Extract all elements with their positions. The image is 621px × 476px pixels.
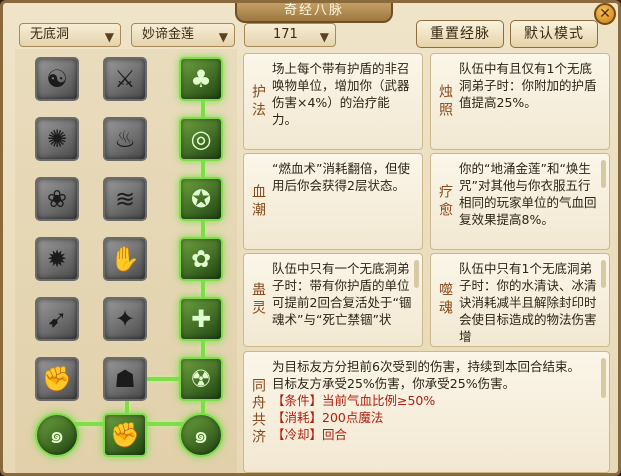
- detail-line: 目标友方承受25%伤害，你承受25%伤害。: [272, 376, 516, 391]
- chevron-down-icon: ▼: [218, 30, 228, 44]
- spiral-shield-icon[interactable]: ✪: [179, 177, 223, 221]
- level-field[interactable]: 171 ▼: [244, 23, 336, 47]
- card-title: 疗愈: [437, 183, 453, 220]
- sword-strike-icon[interactable]: ⚔: [103, 57, 147, 101]
- lotus-icon[interactable]: ❀: [35, 177, 79, 221]
- card-text: 队伍中有且仅有1个无底洞弟子时：你附加的护盾值提高25%。: [459, 61, 597, 110]
- card-title: 护法: [250, 83, 266, 120]
- plus-figure-icon[interactable]: ✚: [179, 297, 223, 341]
- spiked-figure-icon[interactable]: ✦: [103, 297, 147, 341]
- card-text: 你的“地涌金莲”和“焕生咒”对其他与你衣服五行相同的玩家单位的气血回复效果提高8…: [459, 161, 597, 227]
- detail-cooldown: 【冷却】回合: [272, 427, 348, 442]
- talent-card-guling[interactable]: 蛊灵 队伍中只有一个无底洞弟子时：带有你护盾的单位可提前2回合复活处于“锢魂术”…: [243, 253, 423, 347]
- detail-title: 同舟共济: [250, 378, 266, 446]
- life-ring-icon[interactable]: ◎: [179, 117, 223, 161]
- detail-line: 为目标友方分担前6次受到的伤害，持续到本回合结束。: [272, 359, 580, 374]
- default-mode-button[interactable]: 默认模式: [510, 20, 598, 48]
- school-dropdown[interactable]: 妙谛金莲 ▼: [131, 23, 235, 47]
- fist-icon[interactable]: ✊: [35, 357, 79, 401]
- card-title: 血潮: [250, 183, 266, 220]
- cyclone-icon[interactable]: ≋: [103, 177, 147, 221]
- card-title: 噬魂: [437, 282, 453, 318]
- scrollbar[interactable]: [601, 260, 606, 288]
- scrollbar[interactable]: [414, 260, 419, 288]
- detail-cost: 【消耗】200点魔法: [272, 410, 384, 425]
- level-value: 171: [273, 27, 298, 42]
- talent-card-xuechao[interactable]: 血潮 “燃血术”消耗翻倍，但使用后你会获得2层状态。: [243, 153, 423, 250]
- talent-card-zhuzhao[interactable]: 烛照 队伍中有且仅有1个无底洞弟子时：你附加的护盾值提高25%。: [430, 53, 610, 150]
- detail-body: 为目标友方分担前6次受到的伤害，持续到本回合结束。 目标友方承受25%伤害，你承…: [272, 358, 599, 472]
- chevron-down-icon: ▼: [104, 30, 114, 44]
- skill-detail-panel: 同舟共济 为目标友方分担前6次受到的伤害，持续到本回合结束。 目标友方承受25%…: [243, 351, 610, 473]
- talent-card-liaoyu[interactable]: 疗愈 你的“地涌金莲”和“焕生咒”对其他与你衣服五行相同的玩家单位的气血回复效果…: [430, 153, 610, 250]
- scrollbar[interactable]: [601, 160, 606, 188]
- flame-cluster-icon[interactable]: ✿: [179, 237, 223, 281]
- window-title: 奇经八脉: [235, 3, 393, 23]
- swirl-cloud-icon[interactable]: ๑: [35, 413, 79, 457]
- reset-meridian-button[interactable]: 重置经脉: [416, 20, 504, 48]
- detail-condition: 【条件】当前气血比例≥50%: [272, 393, 436, 408]
- card-text: “燃血术”消耗翻倍，但使用后你会获得2层状态。: [272, 161, 410, 193]
- chevron-down-icon: ▼: [319, 30, 329, 44]
- tree-stump-icon[interactable]: ♨: [103, 117, 147, 161]
- boot-icon[interactable]: ➹: [35, 297, 79, 341]
- card-text: 队伍中只有1个无底洞弟子时：你的水清诀、冰清诀消耗减半且解除封印时会使目标造成的…: [459, 261, 597, 344]
- sect-dropdown[interactable]: 无底洞 ▼: [19, 23, 121, 47]
- card-text: 场上每个带有护盾的非召唤物单位，增加你（武器伤害×4%）的治疗能力。: [272, 61, 410, 127]
- scrollbar[interactable]: [601, 358, 606, 398]
- claw-hand-icon[interactable]: ✋: [103, 237, 147, 281]
- card-title: 蛊灵: [250, 282, 266, 318]
- fire-ring-icon[interactable]: ✹: [35, 237, 79, 281]
- card-text: 队伍中只有一个无底洞弟子时：带有你护盾的单位可提前2回合复活处于“锢魂术”与“死…: [272, 261, 412, 327]
- twin-figures-icon[interactable]: ♣: [179, 57, 223, 101]
- card-title: 烛照: [437, 83, 453, 120]
- shadow-figure-icon[interactable]: ☗: [103, 357, 147, 401]
- talent-card-shihun[interactable]: 噬魂 队伍中只有1个无底洞弟子时：你的水清诀、冰清诀消耗减半且解除封印时会使目标…: [430, 253, 610, 347]
- swirl-wind-icon[interactable]: ✺: [35, 117, 79, 161]
- skill-grid: ☯ ⚔ ♣ ✺ ♨ ◎ ❀ ≋ ✪ ✹ ✋ ✿ ➹ ✦ ✚ ✊ ☗ ☢ ๑ ✊ ๑: [15, 49, 237, 473]
- swirl-orb-icon[interactable]: ๑: [179, 413, 223, 457]
- school-dropdown-value: 妙谛金莲: [142, 27, 195, 42]
- sect-dropdown-value: 无底洞: [30, 27, 70, 42]
- meditating-figure-icon[interactable]: ☯: [35, 57, 79, 101]
- demon-face-icon[interactable]: ☢: [179, 357, 223, 401]
- meridian-panel: 奇经八脉 ✕ 无底洞 ▼ 妙谛金莲 ▼ 171 ▼ 重置经脉 默认模式 ☯ ⚔ ♣ ✺…: [0, 0, 621, 476]
- grasping-hand-icon[interactable]: ✊: [103, 413, 147, 457]
- talent-card-hufa[interactable]: 护法 场上每个带有护盾的非召唤物单位，增加你（武器伤害×4%）的治疗能力。: [243, 53, 423, 150]
